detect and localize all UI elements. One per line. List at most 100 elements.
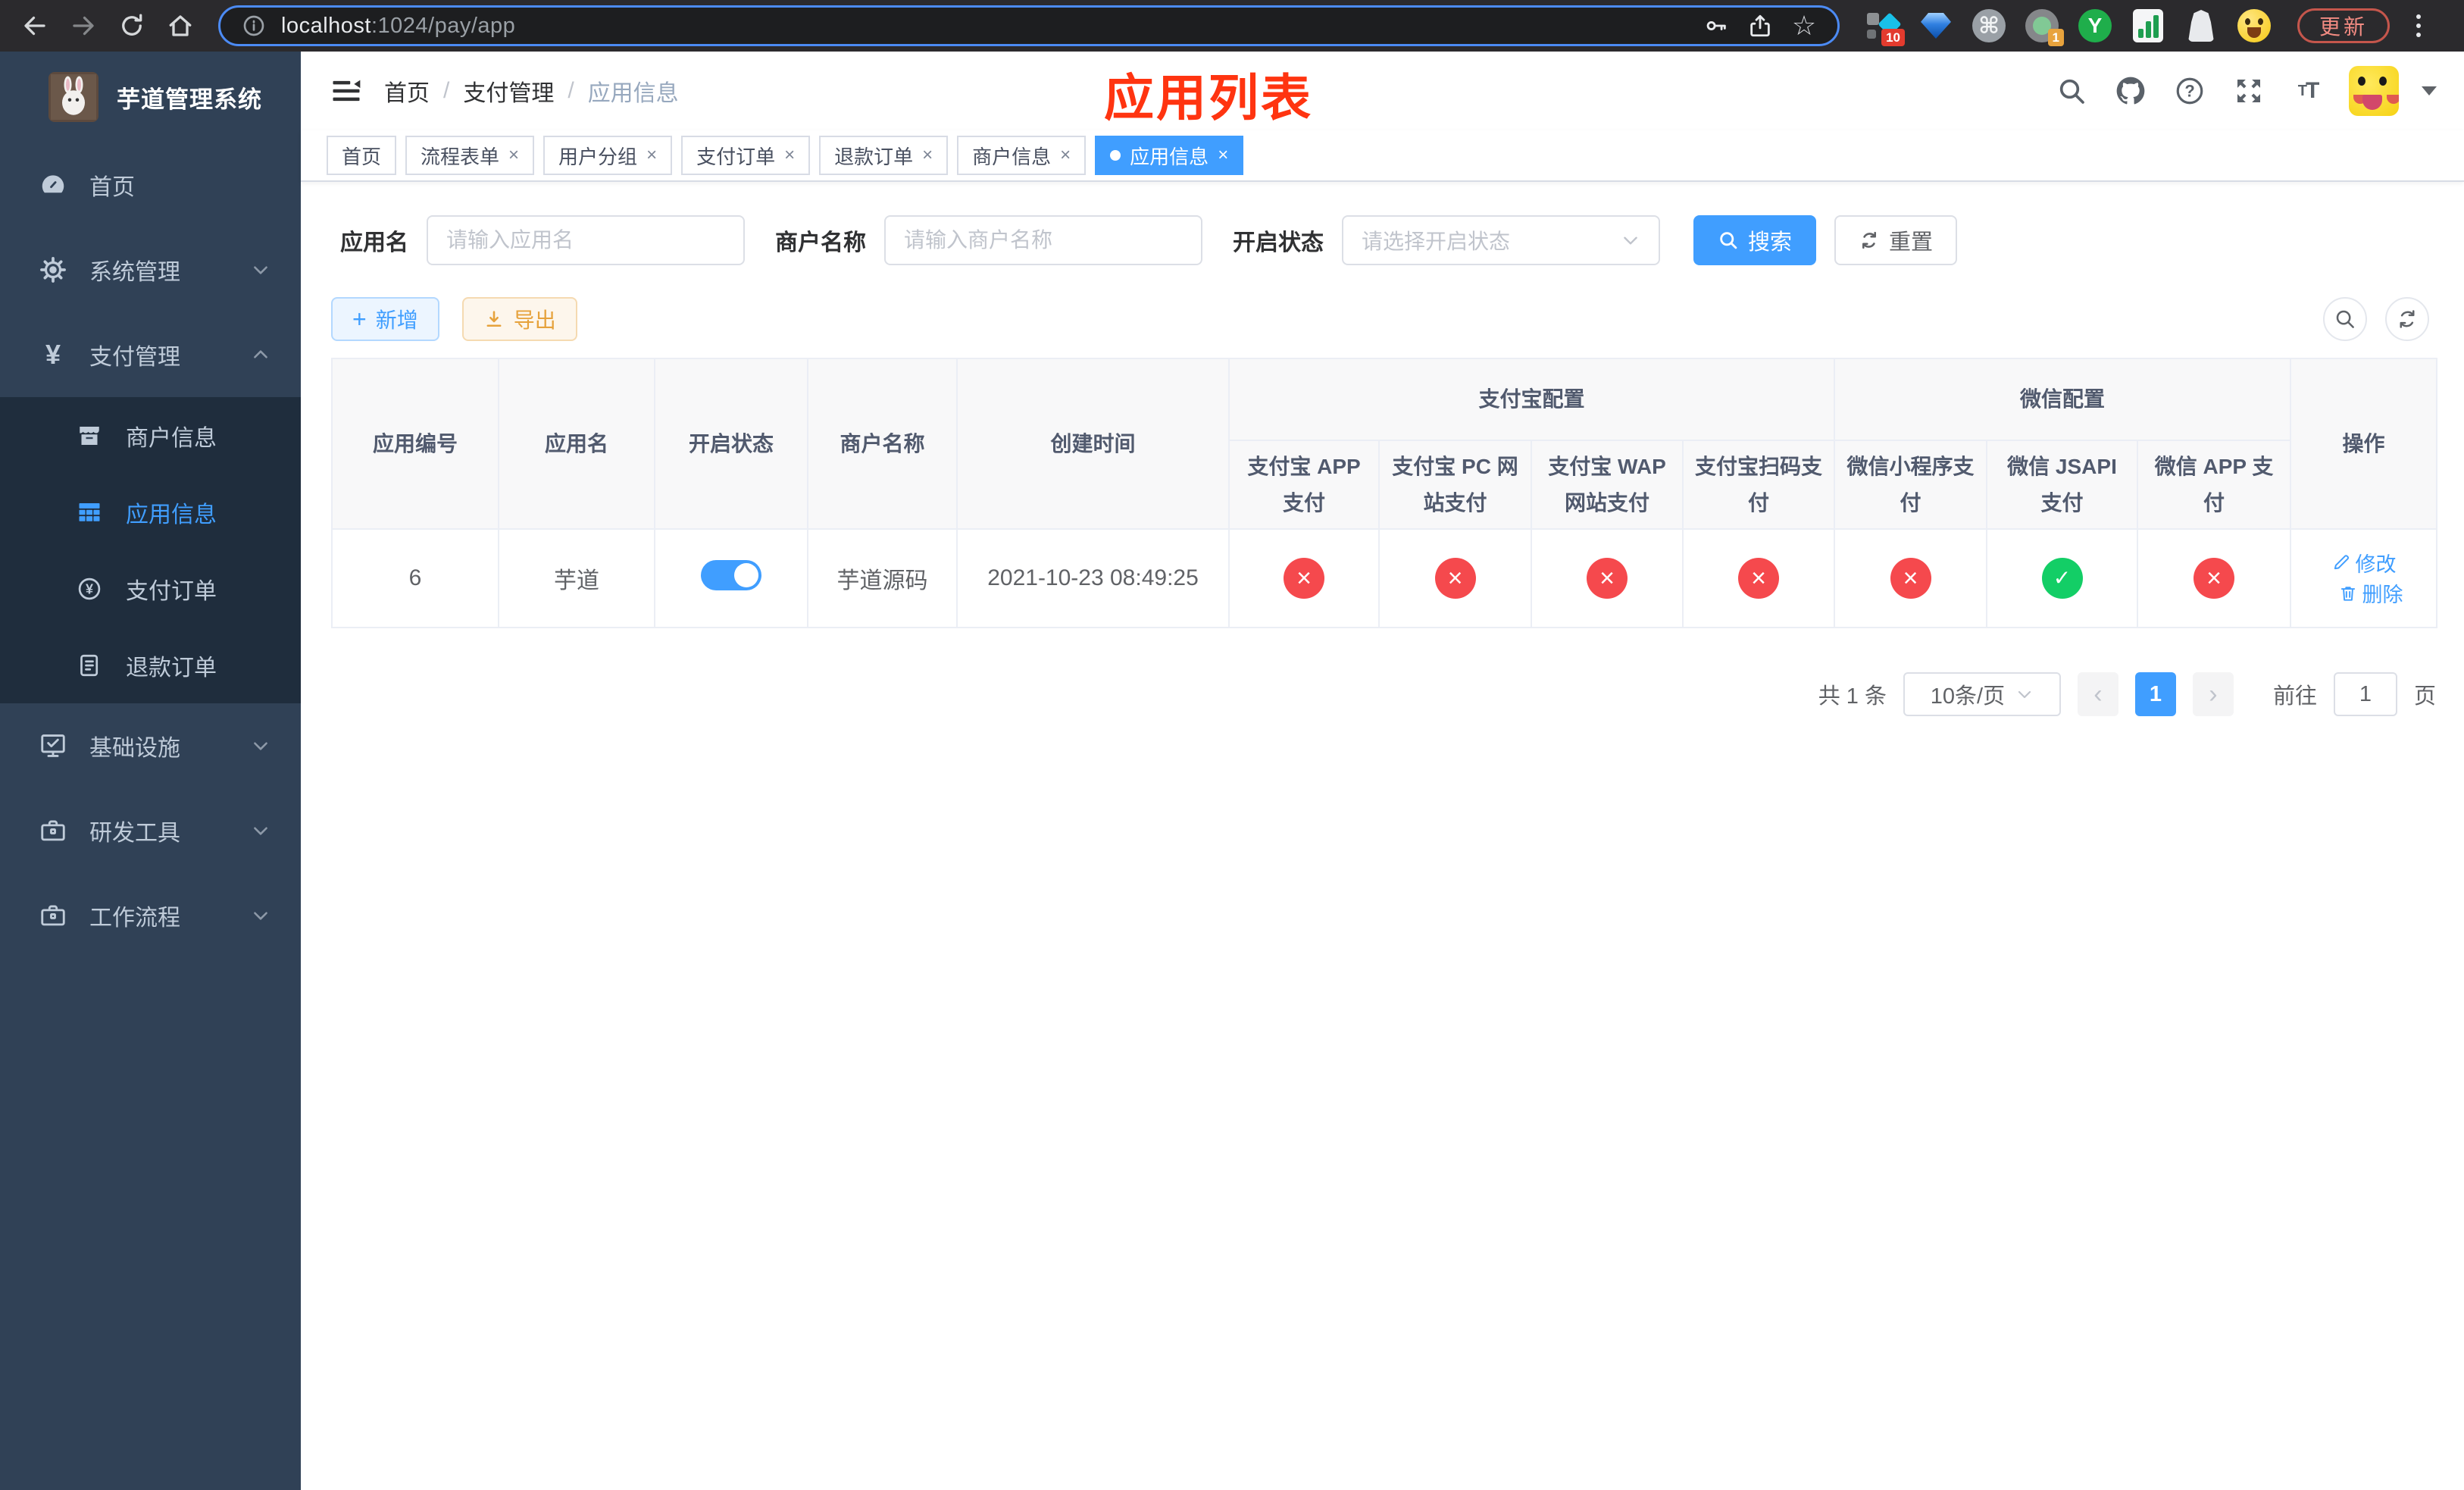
fullscreen-icon[interactable] — [2231, 73, 2267, 109]
close-icon[interactable]: × — [922, 146, 933, 164]
tab-pay-orders[interactable]: 支付订单 × — [681, 136, 811, 175]
sidebar-item-label: 应用信息 — [126, 502, 217, 527]
browser-menu-icon[interactable] — [2403, 8, 2434, 43]
site-info-icon[interactable] — [237, 9, 270, 42]
col-app-id: 应用编号 — [331, 357, 499, 531]
sidebar-item-system[interactable]: 系统管理 — [0, 227, 301, 312]
prev-page-button[interactable]: ‹ — [2077, 672, 2118, 717]
active-dot — [1110, 150, 1121, 161]
tab-process-form[interactable]: 流程表单 × — [405, 136, 535, 175]
github-icon[interactable] — [2112, 73, 2149, 109]
close-icon[interactable]: × — [1060, 146, 1071, 164]
breadcrumb-current: 应用信息 — [587, 81, 679, 106]
tab-app-info[interactable]: 应用信息 × — [1095, 136, 1244, 175]
cell-alipay-qr — [1681, 528, 1836, 629]
sidebar-item-payment[interactable]: ¥ 支付管理 — [0, 312, 301, 397]
sidebar-item-pay-orders[interactable]: ¥ 支付订单 — [0, 550, 301, 627]
sidebar-item-label: 支付订单 — [126, 578, 217, 604]
chevron-down-icon — [251, 736, 270, 756]
screen: localhost:1024/pay/app ☆ 10 ⌘ 1 Y 更新 芋道管… — [0, 0, 2464, 1490]
extension-green-icon[interactable]: Y — [2078, 8, 2112, 43]
sidebar-item-refund-orders[interactable]: 退款订单 — [0, 627, 301, 703]
refresh-icon — [2400, 310, 2415, 328]
next-page-button[interactable]: › — [2192, 672, 2234, 717]
url-text: localhost:1024/pay/app — [281, 14, 1689, 39]
chevron-down-icon — [251, 821, 270, 840]
home-icon[interactable] — [159, 5, 202, 47]
reset-button[interactable]: 重置 — [1834, 215, 1958, 265]
edit-button[interactable]: 修改 — [2331, 548, 2397, 578]
tab-label: 支付订单 — [696, 145, 776, 168]
close-icon[interactable]: × — [1218, 146, 1228, 164]
extension-recorder-icon[interactable]: 1 — [2025, 8, 2064, 46]
goto-page-input[interactable] — [2333, 672, 2397, 717]
close-icon[interactable]: × — [508, 146, 519, 164]
close-icon[interactable]: × — [784, 146, 795, 164]
navbar-actions: ? TT — [2053, 66, 2437, 116]
export-button[interactable]: 导出 — [461, 297, 577, 341]
cell-alipay-app — [1228, 528, 1380, 629]
password-key-icon[interactable] — [1699, 9, 1733, 42]
help-icon[interactable]: ? — [2172, 73, 2208, 109]
page-size-value: 10条/页 — [1930, 684, 2006, 709]
address-bar[interactable]: localhost:1024/pay/app ☆ — [218, 5, 1840, 46]
plus-icon: + — [352, 305, 367, 333]
reload-icon[interactable] — [111, 5, 153, 47]
sidebar-item-app-info[interactable]: 应用信息 — [0, 474, 301, 550]
col-group-wechat: 微信配置 — [1834, 358, 2292, 441]
close-icon[interactable]: × — [646, 146, 657, 164]
extension-chart-icon[interactable] — [2131, 8, 2165, 43]
show-search-button[interactable] — [2323, 297, 2367, 341]
sidebar-item-infrastructure[interactable]: 基础设施 — [0, 703, 301, 788]
header-search-icon[interactable] — [2053, 73, 2090, 109]
extension-badge: 1 — [2047, 29, 2064, 46]
share-icon[interactable] — [1743, 9, 1777, 42]
current-page[interactable]: 1 — [2134, 672, 2176, 717]
tab-label: 用户分组 — [558, 145, 638, 168]
delete-button[interactable]: 删除 — [2338, 578, 2403, 608]
extension-emoji-icon[interactable] — [2237, 8, 2272, 43]
sidebar-item-home[interactable]: 首页 — [0, 142, 301, 227]
breadcrumb-home[interactable]: 首页 — [384, 74, 430, 108]
cell-status — [654, 528, 808, 629]
sidebar-toggle-icon[interactable] — [328, 73, 364, 109]
avatar[interactable] — [2349, 66, 2399, 116]
tab-merchant-info[interactable]: 商户信息 × — [957, 136, 1087, 175]
search-button[interactable]: 搜索 — [1693, 215, 1817, 265]
app-name-input[interactable] — [446, 228, 725, 252]
table-row: 6 芋道 芋道源码 2021-10-23 08:49:25 × × × × × … — [331, 528, 2438, 629]
refresh-table-button[interactable] — [2385, 297, 2429, 341]
page-content: 应用名 商户名称 开启状态 请选择开启状态 搜索 — [301, 182, 2464, 1490]
sidebar-item-label: 首页 — [89, 175, 135, 200]
extension-gem-icon[interactable] — [1918, 8, 1953, 43]
extension-blocks-icon[interactable]: 10 — [1865, 8, 1905, 46]
chrome-update-button[interactable]: 更新 — [2297, 8, 2391, 43]
page-size-select[interactable]: 10条/页 — [1903, 672, 2061, 717]
sidebar-item-merchant-info[interactable]: 商户信息 — [0, 397, 301, 474]
sidebar: 芋道管理系统 首页 系统管理 ¥ 支付管理 商户信息 应用信息 ¥ 支付订单 退… — [0, 52, 301, 1490]
col-alipay-qr: 支付宝扫码支付 — [1681, 439, 1836, 531]
sidebar-item-dev-tools[interactable]: 研发工具 — [0, 788, 301, 873]
extension-badge: 10 — [1881, 29, 1905, 46]
font-size-icon[interactable]: TT — [2290, 73, 2326, 109]
merchant-name-input[interactable] — [904, 228, 1183, 252]
tab-refund-orders[interactable]: 退款订单 × — [819, 136, 949, 175]
sidebar-item-workflow[interactable]: 工作流程 — [0, 873, 301, 958]
status-toggle[interactable] — [701, 560, 761, 591]
tab-user-group[interactable]: 用户分组 × — [543, 136, 673, 175]
forward-icon[interactable] — [62, 5, 105, 47]
tab-home[interactable]: 首页 — [327, 136, 397, 175]
bookmark-star-icon[interactable]: ☆ — [1787, 9, 1821, 42]
extension-command-icon[interactable]: ⌘ — [1972, 8, 2006, 43]
col-group-alipay: 支付宝配置 — [1227, 358, 1836, 441]
col-app-name: 应用名 — [498, 357, 655, 531]
avatar-caret-icon[interactable] — [2422, 86, 2437, 95]
open-status-select[interactable]: 请选择开启状态 — [1342, 215, 1660, 265]
breadcrumb-payment[interactable]: 支付管理 — [463, 74, 554, 108]
apps-table: 应用编号 应用名 开启状态 商户名称 创建时间 支付宝配置 微信配置 操作 支付… — [331, 357, 2438, 629]
add-button[interactable]: + 新增 — [331, 297, 439, 341]
reset-button-label: 重置 — [1889, 230, 1934, 255]
extension-silhouette-icon[interactable] — [2184, 8, 2219, 43]
total-count: 共 1 条 — [1818, 684, 1887, 709]
back-icon[interactable] — [14, 5, 56, 47]
